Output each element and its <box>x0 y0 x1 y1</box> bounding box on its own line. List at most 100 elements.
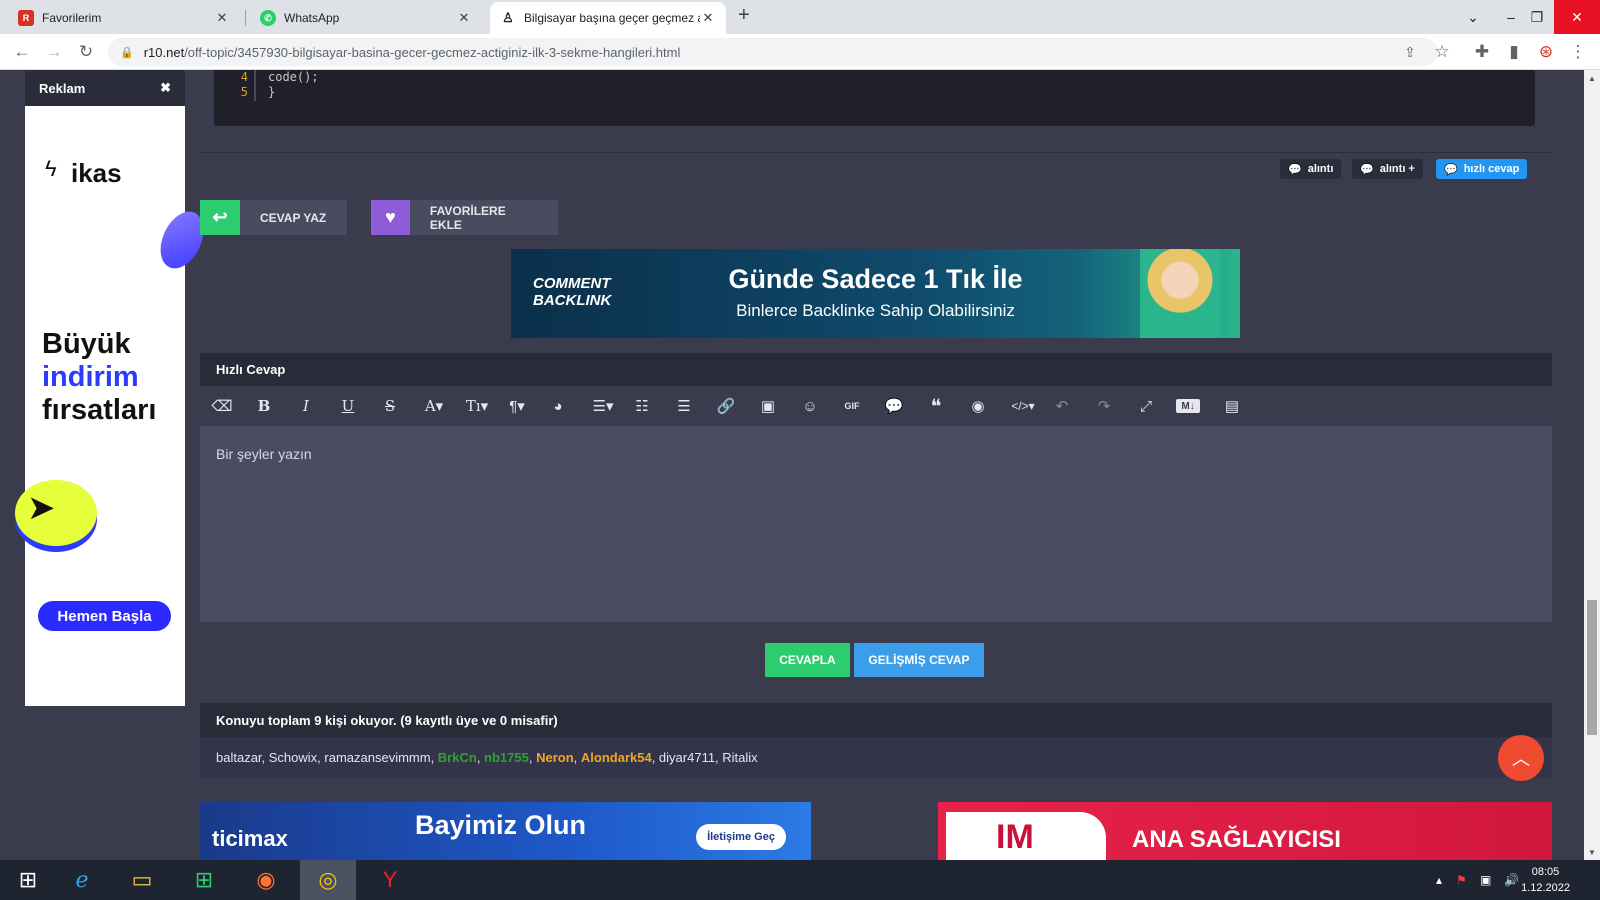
side-panel-icon[interactable]: ▮ <box>1502 40 1526 64</box>
align-icon[interactable]: ☰▾ <box>588 396 618 416</box>
tray-chevron-icon[interactable]: ▴ <box>1436 860 1442 900</box>
scrollbar-thumb[interactable] <box>1587 600 1597 735</box>
hide-eye-icon[interactable]: ◉ <box>968 396 988 416</box>
readers-header: Konuyu toplam 9 kişi okuyor. (9 kayıtlı … <box>200 703 1552 737</box>
banner-person-image <box>1140 249 1220 338</box>
tab-favorilerim[interactable]: R Favorilerim ✕ <box>8 2 240 34</box>
r10-icon: ♙ <box>500 10 516 26</box>
post-divider <box>200 152 1552 153</box>
gif-icon[interactable]: GIF <box>840 396 864 416</box>
url-input[interactable]: 🔒 r10.net /off-topic/3457930-bilgisayar-… <box>108 38 1438 66</box>
im-logo: IM <box>946 812 1106 860</box>
banner-subline: Binlerce Backlinke Sahip Olabilirsiniz <box>736 301 1015 320</box>
sidebar-ad[interactable]: Reklam ✖ ϟ ikas Büyük indirim fırsatları… <box>15 70 212 706</box>
backlink-banner-ad[interactable]: COMMENT BACKLINK Günde Sadece 1 Tık İle … <box>511 249 1240 338</box>
reader-link[interactable]: Neron <box>536 750 574 765</box>
windows-start-icon[interactable]: ⊞ <box>0 860 56 900</box>
readers-list: baltazar, Schowix, ramazansevimmm, BrkCn… <box>200 737 1552 777</box>
reader-link[interactable]: Alondark54 <box>581 750 652 765</box>
code-icon[interactable]: </>▾ <box>1008 396 1038 416</box>
menu-kebab-icon[interactable]: ⋮ <box>1566 40 1590 64</box>
code-line: 4 code(); <box>228 70 319 86</box>
advanced-reply-button[interactable]: GELİŞMİŞ CEVAP <box>854 643 984 677</box>
bold-icon[interactable]: B <box>254 396 274 416</box>
firefox-icon[interactable]: ◉ <box>238 860 294 900</box>
store-icon[interactable]: ⊞ <box>176 860 232 900</box>
scroll-up-arrow-icon[interactable]: ▲ <box>1584 70 1600 86</box>
strikethrough-icon[interactable]: S <box>380 396 400 416</box>
multi-quote-button[interactable]: 💬 alıntı + <box>1352 159 1423 179</box>
lock-icon: 🔒 <box>120 46 134 59</box>
taskbar-clock[interactable]: 08:05 1.12.2022 <box>1521 864 1570 896</box>
chrome-icon[interactable]: ◎ <box>300 860 356 900</box>
redo-icon[interactable]: ↷ <box>1094 396 1114 416</box>
reply-editor[interactable]: Bir şeyler yazın <box>200 426 1552 622</box>
image-icon[interactable]: ▣ <box>758 396 778 416</box>
reader-link[interactable]: nb1755 <box>484 750 529 765</box>
close-window-button[interactable]: ✕ <box>1554 0 1600 34</box>
close-icon[interactable]: ✕ <box>456 10 472 26</box>
reload-icon[interactable]: ↻ <box>74 40 98 64</box>
scroll-down-arrow-icon[interactable]: ▼ <box>1584 844 1600 860</box>
ticimax-contact-button[interactable]: İletişime Geç <box>696 824 786 850</box>
ticimax-ad[interactable]: ticimax Bayimiz Olun İletişime Geç <box>200 802 811 860</box>
quick-reply-button[interactable]: 💬 hızlı cevap <box>1436 159 1528 179</box>
font-color-icon[interactable]: A▾ <box>420 396 448 416</box>
quote-button[interactable]: 💬 alıntı <box>1280 159 1342 179</box>
eraser-icon[interactable]: ⌫ <box>211 396 232 416</box>
numbered-list-icon[interactable]: ☰ <box>674 396 694 416</box>
paragraph-icon[interactable]: ¶▾ <box>504 396 530 416</box>
emoji-icon[interactable]: ☺ <box>800 396 820 416</box>
write-reply-button[interactable]: ↩ CEVAP YAZ <box>200 200 347 235</box>
share-icon[interactable]: ⇪ <box>1398 40 1422 64</box>
close-icon[interactable]: ✕ <box>214 10 230 26</box>
page-scrollbar[interactable]: ▲ ▼ <box>1584 70 1600 860</box>
reply-arrow-icon: ↩ <box>200 200 240 235</box>
forward-arrow-icon[interactable]: → <box>42 40 66 64</box>
clock-time: 08:05 <box>1531 866 1560 878</box>
text-size-icon[interactable]: Tı▾ <box>462 396 492 416</box>
internet-explorer-icon[interactable]: ℯ <box>54 860 110 900</box>
submit-reply-button[interactable]: CEVAPLA <box>765 643 850 677</box>
undo-icon[interactable]: ↶ <box>1052 396 1072 416</box>
new-tab-button[interactable]: + <box>738 4 750 27</box>
bookmark-star-icon[interactable]: ☆ <box>1430 40 1454 64</box>
link-icon[interactable]: 🔗 <box>716 396 736 416</box>
im-sponsor-ad[interactable]: IM ANA SAĞLAYICISI <box>938 802 1552 860</box>
scroll-to-top-button[interactable]: ︿ <box>1498 735 1544 781</box>
tab-separator <box>245 10 246 26</box>
ticimax-headline: Bayimiz Olun <box>415 810 587 840</box>
tab-active-topic[interactable]: ♙ Bilgisayar başına geçer geçmez a ✕ <box>490 2 726 34</box>
im-logo-text: IM <box>996 818 1034 856</box>
quote-icon[interactable]: ❝ <box>926 396 946 418</box>
underline-icon[interactable]: U <box>338 396 358 416</box>
extensions-puzzle-icon[interactable]: ✚ <box>1470 40 1494 64</box>
markdown-icon[interactable]: M↓ <box>1176 399 1200 413</box>
url-path: /off-topic/3457930-bilgisayar-basina-gec… <box>184 44 681 60</box>
reader-link[interactable]: BrkCn <box>438 750 477 765</box>
tab-whatsapp[interactable]: ✆ WhatsApp ✕ <box>250 2 482 34</box>
palette-icon[interactable]: ◕ <box>548 396 568 416</box>
italic-icon[interactable]: I <box>296 396 316 416</box>
tray-network-icon[interactable]: ▣ <box>1480 860 1491 900</box>
profile-avatar-icon[interactable]: ⊛ <box>1534 40 1558 64</box>
address-bar-row: ← → ↻ 🔒 r10.net /off-topic/3457930-bilgi… <box>0 34 1600 70</box>
tray-volume-icon[interactable]: 🔊 <box>1504 860 1519 900</box>
comment-dots-icon: 💬 <box>1444 163 1458 176</box>
reader-names: , diyar4711, Ritalix <box>651 749 758 765</box>
close-ad-icon[interactable]: ✖ <box>160 80 171 96</box>
speech-bubble-icon[interactable]: 💬 <box>884 396 904 416</box>
close-icon[interactable]: ✕ <box>700 10 716 26</box>
document-icon[interactable]: ▤ <box>1222 396 1242 416</box>
windows-taskbar: ⊞ ℯ ▭ ⊞ ◉ ◎ Y ▴ ⚑ ▣ 🔊 08:05 1.12.2022 <box>0 860 1600 900</box>
page-content: Reklam ✖ ϟ ikas Büyük indirim fırsatları… <box>0 70 1584 860</box>
line-number: 5 <box>240 85 248 99</box>
bullet-list-icon[interactable]: ☷ <box>632 396 652 416</box>
yandex-icon[interactable]: Y <box>362 860 418 900</box>
back-arrow-icon[interactable]: ← <box>10 40 34 64</box>
tray-flag-icon[interactable]: ⚑ <box>1456 860 1467 900</box>
ad-cta-button[interactable]: Hemen Başla <box>38 601 171 631</box>
add-favorite-button[interactable]: ♥ FAVORİLERE EKLE <box>371 200 558 235</box>
fullscreen-icon[interactable]: ⤢ <box>1136 396 1156 416</box>
file-explorer-icon[interactable]: ▭ <box>114 860 170 900</box>
